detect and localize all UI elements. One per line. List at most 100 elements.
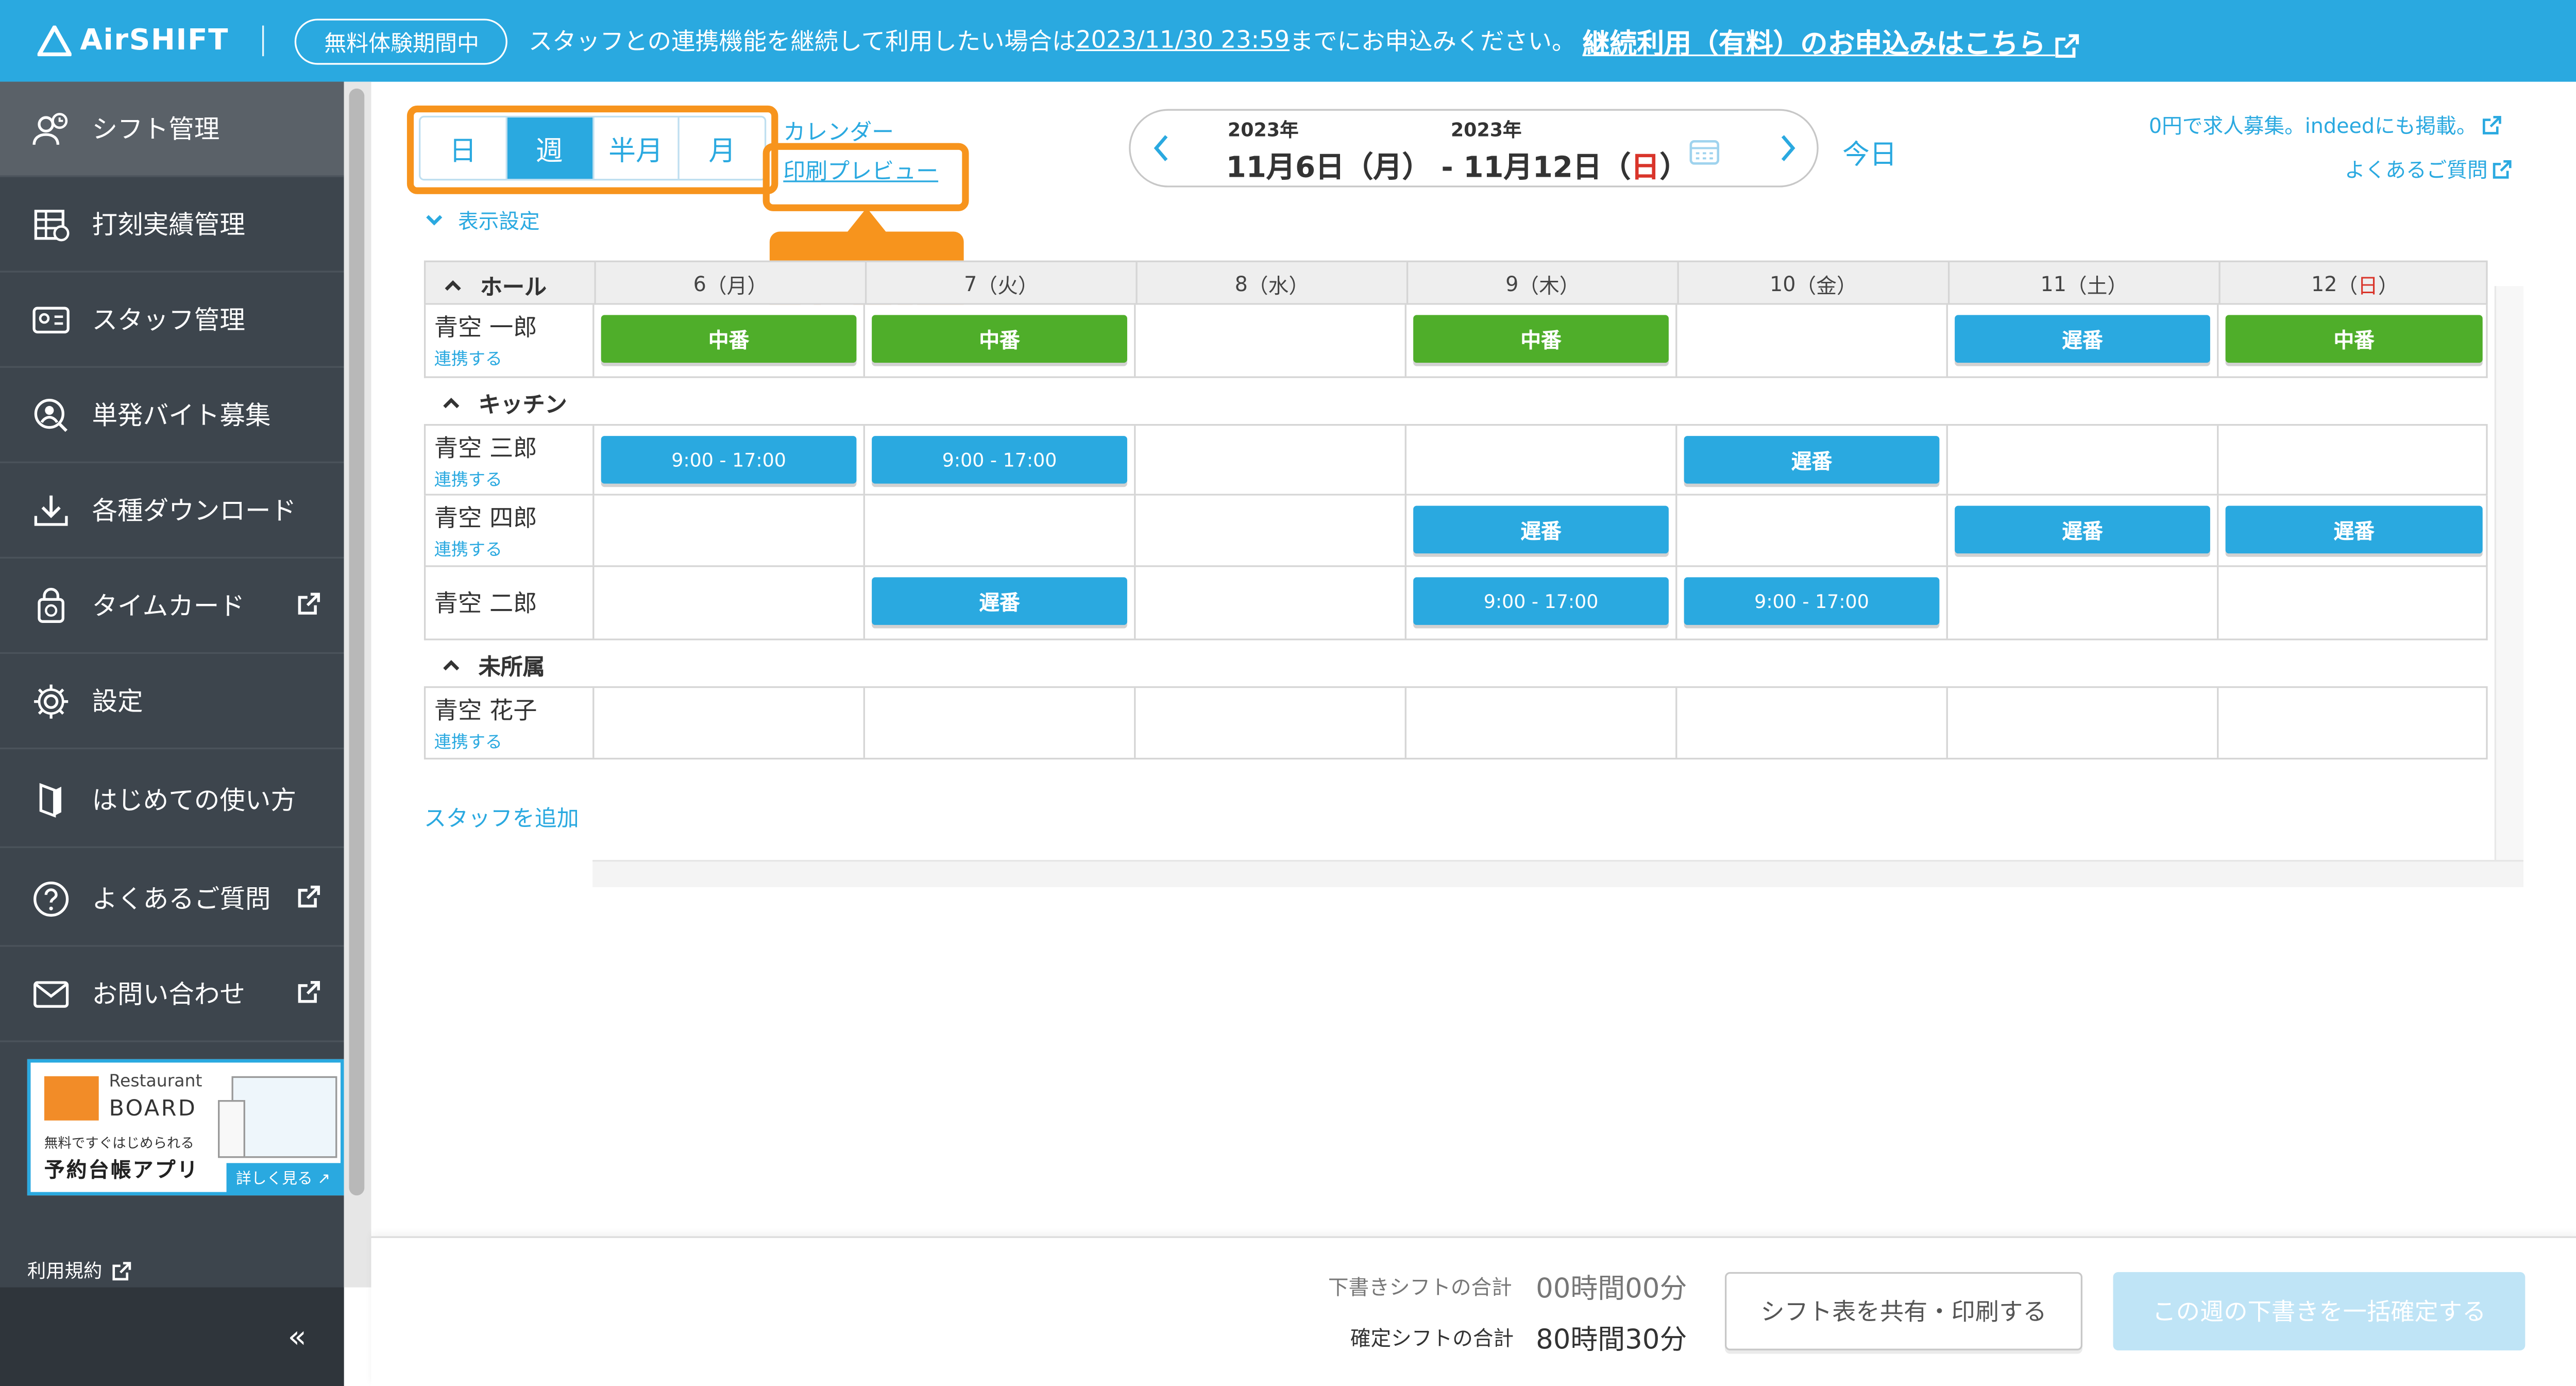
sidebar-item-guide[interactable]: はじめての使い方 [0, 753, 344, 848]
sidebar-item-recruit[interactable]: 単発バイト募集 [0, 368, 344, 463]
link-staff-button[interactable]: 連携する [434, 727, 502, 752]
staff-name-cell[interactable]: 青空 花子 連携する [426, 688, 595, 758]
shift-chip[interactable]: 中番 [2225, 315, 2483, 363]
link-staff-button[interactable]: 連携する [434, 465, 502, 490]
shift-chip[interactable]: 遅番 [1955, 505, 2210, 554]
add-staff-link[interactable]: スタッフを追加 [424, 800, 579, 833]
shift-cell[interactable]: 9:00 - 17:00 [1406, 567, 1677, 639]
staff-name-cell[interactable]: 青空 三郎 連携する [426, 426, 595, 494]
shift-cell[interactable] [594, 567, 865, 639]
shift-chip[interactable]: 遅番 [2225, 505, 2483, 554]
faq-link[interactable]: よくあるご質問 [2345, 155, 2512, 184]
today-button[interactable]: 今日 [1842, 131, 1897, 172]
shift-cell[interactable] [1136, 426, 1406, 494]
day-header[interactable]: 7 （火） [865, 262, 1136, 307]
shift-chip[interactable]: 遅番 [872, 577, 1127, 625]
prev-week-button[interactable] [1151, 133, 1172, 172]
shift-chip[interactable]: 遅番 [1955, 315, 2210, 363]
day-header[interactable]: 6 （月） [594, 262, 865, 307]
day-header[interactable]: 10 （金） [1677, 262, 1947, 307]
shift-cell[interactable] [594, 495, 865, 566]
section-toggle[interactable]: キッチン [441, 386, 567, 419]
confirm-week-button[interactable]: この週の下書きを一括確定する [2113, 1272, 2526, 1350]
shift-cell[interactable] [594, 688, 865, 758]
link-staff-button[interactable]: 連携する [434, 344, 502, 369]
shift-chip[interactable]: 遅番 [1413, 505, 1669, 554]
shift-cell[interactable] [1677, 495, 1948, 566]
terms-link[interactable]: 利用規約 [27, 1257, 131, 1284]
shift-cell[interactable] [1948, 688, 2219, 758]
sidebar-item-staff[interactable]: スタッフ管理 [0, 273, 344, 368]
sidebar-collapse-button[interactable]: « [0, 1287, 344, 1386]
shift-cell[interactable]: 遅番 [1948, 495, 2219, 566]
shift-cell[interactable]: 中番 [865, 305, 1136, 377]
shift-chip[interactable]: 中番 [872, 315, 1127, 363]
shift-cell[interactable]: 遅番 [1677, 426, 1948, 494]
shift-cell[interactable] [1677, 688, 1948, 758]
sidebar-item-settings[interactable]: 設定 [0, 654, 344, 750]
display-settings-toggle[interactable]: 表示設定 [424, 206, 540, 235]
shift-cell[interactable] [2218, 688, 2489, 758]
shift-cell[interactable] [1948, 426, 2219, 494]
shift-chip[interactable]: 9:00 - 17:00 [1413, 577, 1669, 625]
day-header[interactable]: 11 （土） [1947, 262, 2218, 307]
shift-cell[interactable] [2218, 426, 2489, 494]
shift-chip[interactable]: 9:00 - 17:00 [601, 436, 857, 484]
draft-total-value: 00時間00分 [1536, 1272, 1687, 1305]
shift-cell[interactable] [1406, 688, 1677, 758]
shift-cell[interactable] [1136, 495, 1406, 566]
chevron-up-icon [443, 398, 460, 409]
shift-cell[interactable]: 9:00 - 17:00 [1677, 567, 1948, 639]
calendar-icon[interactable] [1689, 138, 1720, 165]
shift-cell[interactable] [1406, 426, 1677, 494]
shift-cell[interactable]: 遅番 [1406, 495, 1677, 566]
apply-link[interactable]: 継続利用（有料）のお申込みはこちら [1582, 21, 2079, 61]
restaurant-board-promo[interactable]: Restaurant BOARD 無料ですぐはじめられる 予約台帳アプリ 詳しく… [27, 1059, 344, 1196]
shift-cell[interactable] [1948, 567, 2219, 639]
sidebar-item-timecard[interactable]: タイムカード [0, 559, 344, 654]
staff-name-cell[interactable]: 青空 二郎 [426, 567, 595, 639]
shift-cell[interactable]: 遅番 [1948, 305, 2219, 377]
calendar-link[interactable]: カレンダー [783, 114, 894, 147]
shift-cell[interactable]: 9:00 - 17:00 [594, 426, 865, 494]
shift-chip[interactable]: 中番 [601, 315, 857, 363]
day-header[interactable]: 12 （日） [2218, 262, 2489, 307]
airshift-logo[interactable]: AirSHIFT [37, 24, 229, 58]
staff-name-cell[interactable]: 青空 一郎 連携する [426, 305, 595, 377]
shift-cell[interactable]: 9:00 - 17:00 [865, 426, 1136, 494]
shift-cell[interactable] [2218, 567, 2489, 639]
share-print-button[interactable]: シフト表を共有・印刷する [1724, 1272, 2083, 1350]
promo-more-link[interactable]: 詳しく見る ↗ [226, 1163, 341, 1192]
sidebar-item-download[interactable]: 各種ダウンロード [0, 463, 344, 559]
shift-cell[interactable]: 中番 [2218, 305, 2489, 377]
sidebar-item-shift[interactable]: シフト管理 [0, 81, 344, 177]
shift-cell[interactable] [1136, 567, 1406, 639]
next-week-button[interactable] [1777, 133, 1798, 172]
shift-cell[interactable]: 遅番 [865, 567, 1136, 639]
recruit-link[interactable]: 0円で求人募集。indeedにも掲載。 [2149, 111, 2501, 140]
shift-cell[interactable] [1677, 305, 1948, 377]
link-staff-button[interactable]: 連携する [434, 535, 502, 560]
day-header[interactable]: 9 （木） [1406, 262, 1677, 307]
shift-cell[interactable] [865, 688, 1136, 758]
shift-cell[interactable] [865, 495, 1136, 566]
staff-row: 青空 四郎 連携する 遅番 遅番 遅番 [423, 495, 2489, 567]
sidebar-item-timecard-records[interactable]: 打刻実績管理 [0, 177, 344, 273]
confirmed-total-label: 確定シフトの合計 [1350, 1326, 1514, 1350]
section-toggle[interactable]: ホール [443, 269, 547, 301]
shift-chip[interactable]: 9:00 - 17:00 [872, 436, 1127, 484]
shift-cell[interactable]: 中番 [594, 305, 865, 377]
shift-chip[interactable]: 中番 [1413, 315, 1669, 363]
shift-cell[interactable]: 遅番 [2218, 496, 2489, 566]
shift-cell[interactable]: 中番 [1406, 305, 1677, 377]
shift-cell[interactable] [1136, 688, 1406, 758]
section-toggle[interactable]: 未所属 [441, 649, 545, 681]
shift-chip[interactable]: 遅番 [1684, 436, 1940, 484]
sidebar-scrollbar-thumb[interactable] [349, 88, 365, 1196]
staff-name-cell[interactable]: 青空 四郎 連携する [426, 495, 595, 566]
sidebar-item-contact[interactable]: お問い合わせ [0, 947, 344, 1042]
shift-cell[interactable] [1136, 305, 1406, 377]
day-header[interactable]: 8 （水） [1136, 262, 1406, 307]
shift-chip[interactable]: 9:00 - 17:00 [1684, 577, 1940, 625]
sidebar-item-faq[interactable]: よくあるご質問 [0, 852, 344, 947]
